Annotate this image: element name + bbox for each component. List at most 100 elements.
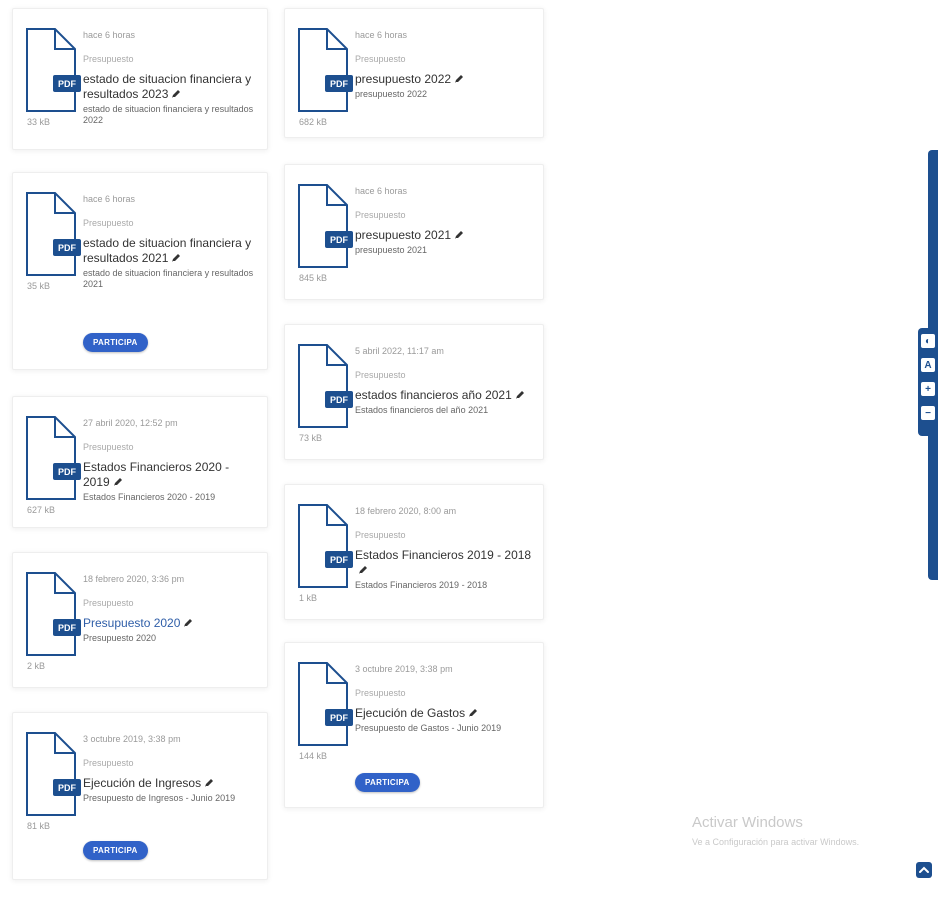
document-card: PDF 845 kB hace 6 horas Presupuesto presupue… xyxy=(284,164,544,300)
document-card: PDF 682 kB hace 6 horas Presupuesto presupue… xyxy=(284,8,544,138)
document-category: Presupuesto xyxy=(83,54,134,64)
pencil-icon[interactable] xyxy=(468,707,478,722)
document-meta: 3 octubre 2019, 3:38 pm Presupuesto Ejecuc… xyxy=(83,733,257,804)
pencil-icon[interactable] xyxy=(171,88,181,103)
pdf-badge-label: PDF xyxy=(330,713,349,723)
document-title-text: estado de situacion financiera y resulta… xyxy=(83,236,252,265)
file-size: 627 kB xyxy=(27,505,56,515)
document-title-text: Ejecución de Gastos xyxy=(355,706,466,720)
document-date: hace 6 horas xyxy=(83,194,136,204)
pdf-file-icon: PDF xyxy=(23,731,85,817)
document-title-link[interactable]: estado de situacion financiera y resulta… xyxy=(83,236,257,267)
document-meta: hace 6 horas Presupuesto presupuesto 2021 p… xyxy=(355,185,533,256)
document-description: Presupuesto de Ingresos - Junio 2019 xyxy=(83,793,236,803)
pdf-file-icon: PDF xyxy=(23,571,85,657)
document-category: Presupuesto xyxy=(83,758,134,768)
file-size: 845 kB xyxy=(299,273,328,283)
document-title-link[interactable]: presupuesto 2022 xyxy=(355,72,533,88)
document-description: estado de situacion financiera y resulta… xyxy=(83,268,254,289)
document-title-text: estados financieros año 2021 xyxy=(355,388,512,402)
document-card: PDF 33 kB hace 6 horas Presupuesto estado de… xyxy=(12,8,268,150)
document-date: 3 octubre 2019, 3:38 pm xyxy=(83,734,181,744)
document-title-link[interactable]: Ejecución de Gastos xyxy=(355,706,533,722)
pdf-badge-label: PDF xyxy=(330,235,349,245)
document-meta: 27 abril 2020, 12:52 pm Presupuesto Estado… xyxy=(83,417,257,503)
pdf-badge-label: PDF xyxy=(58,79,77,89)
pdf-badge-label: PDF xyxy=(58,623,77,633)
document-description: Estados financieros del año 2021 xyxy=(355,405,489,415)
pdf-badge-label: PDF xyxy=(58,243,77,253)
pdf-badge-label: PDF xyxy=(58,783,77,793)
file-size: 2 kB xyxy=(27,661,46,671)
document-card: PDF 81 kB 3 octubre 2019, 3:38 pm Presupues… xyxy=(12,712,268,880)
document-category: Presupuesto xyxy=(355,54,406,64)
pdf-file-icon: PDF xyxy=(23,415,85,501)
document-category: Presupuesto xyxy=(355,530,406,540)
file-size: 682 kB xyxy=(299,117,328,127)
pdf-badge-label: PDF xyxy=(330,555,349,565)
document-card: PDF 35 kB hace 6 horas Presupuesto estado de… xyxy=(12,172,268,370)
file-size: 73 kB xyxy=(299,433,323,443)
document-card: PDF 2 kB 18 febrero 2020, 3:36 pm Presupues… xyxy=(12,552,268,688)
zoom-in-button[interactable]: + xyxy=(921,382,935,396)
document-description: presupuesto 2021 xyxy=(355,245,428,255)
document-title-text: presupuesto 2022 xyxy=(355,72,452,86)
pdf-file-icon: PDF xyxy=(295,183,357,269)
document-meta: 5 abril 2022, 11:17 am Presupuesto estados… xyxy=(355,345,533,416)
document-date: hace 6 horas xyxy=(83,30,136,40)
document-category: Presupuesto xyxy=(355,688,406,698)
document-description: Presupuesto 2020 xyxy=(83,633,157,643)
document-title-link[interactable]: Ejecución de Ingresos xyxy=(83,776,257,792)
participa-button[interactable]: PARTICIPA xyxy=(83,841,148,860)
document-meta: hace 6 horas Presupuesto presupuesto 2022 p… xyxy=(355,29,533,100)
document-title-link[interactable]: Presupuesto 2020 xyxy=(83,616,257,632)
pencil-icon[interactable] xyxy=(515,389,525,404)
pencil-icon[interactable] xyxy=(204,777,214,792)
file-size: 144 kB xyxy=(299,751,328,761)
document-title-text: Estados Financieros 2019 - 2018 xyxy=(355,548,532,562)
file-size: 1 kB xyxy=(299,593,318,603)
pencil-icon[interactable] xyxy=(358,564,368,579)
windows-activation-watermark: Activar Windows Ve a Configuración para … xyxy=(692,814,859,847)
document-title-link[interactable]: estado de situacion financiera y resulta… xyxy=(83,72,257,103)
document-title-text: Ejecución de Ingresos xyxy=(83,776,202,790)
watermark-subtitle: Ve a Configuración para activar Windows. xyxy=(692,837,860,847)
document-date: hace 6 horas xyxy=(355,186,408,196)
document-title-link[interactable]: Estados Financieros 2020 - 2019 xyxy=(83,460,257,491)
pencil-icon[interactable] xyxy=(454,73,464,88)
document-date: 18 febrero 2020, 8:00 am xyxy=(355,506,457,516)
document-category: Presupuesto xyxy=(355,210,406,220)
document-title-link[interactable]: Estados Financieros 2019 - 2018 xyxy=(355,548,533,579)
document-card: PDF 73 kB 5 abril 2022, 11:17 am Presupuest… xyxy=(284,324,544,460)
pdf-file-icon: PDF xyxy=(23,191,85,277)
chevron-up-icon xyxy=(919,866,929,873)
pdf-badge-label: PDF xyxy=(330,79,349,89)
scroll-to-top-button[interactable] xyxy=(916,862,932,878)
pencil-icon[interactable] xyxy=(113,476,123,491)
file-size: 33 kB xyxy=(27,117,51,127)
file-size: 81 kB xyxy=(27,821,51,831)
pdf-file-icon: PDF xyxy=(23,27,85,113)
document-title-link[interactable]: presupuesto 2021 xyxy=(355,228,533,244)
document-category: Presupuesto xyxy=(83,598,134,608)
document-title-link[interactable]: estados financieros año 2021 xyxy=(355,388,533,404)
document-description: presupuesto 2022 xyxy=(355,89,428,99)
document-meta: hace 6 horas Presupuesto estado de situaci… xyxy=(83,193,257,290)
participa-button[interactable]: PARTICIPA xyxy=(83,333,148,352)
document-title-text: estado de situacion financiera y resulta… xyxy=(83,72,252,101)
file-size: 35 kB xyxy=(27,281,51,291)
pencil-icon[interactable] xyxy=(454,229,464,244)
document-date: 5 abril 2022, 11:17 am xyxy=(355,346,444,356)
contrast-toggle-button[interactable]: ◐ xyxy=(921,334,935,348)
document-title-text: presupuesto 2021 xyxy=(355,228,452,242)
document-date: 3 octubre 2019, 3:38 pm xyxy=(355,664,453,674)
pencil-icon[interactable] xyxy=(171,252,181,267)
document-category: Presupuesto xyxy=(83,442,134,452)
document-meta: 18 febrero 2020, 3:36 pm Presupuesto Presu… xyxy=(83,573,257,644)
document-card: PDF 627 kB 27 abril 2020, 12:52 pm Presupue… xyxy=(12,396,268,528)
pencil-icon[interactable] xyxy=(183,617,193,632)
text-size-button[interactable]: A xyxy=(921,358,935,372)
zoom-out-button[interactable]: − xyxy=(921,406,935,420)
participa-button[interactable]: PARTICIPA xyxy=(355,773,420,792)
document-date: hace 6 horas xyxy=(355,30,408,40)
